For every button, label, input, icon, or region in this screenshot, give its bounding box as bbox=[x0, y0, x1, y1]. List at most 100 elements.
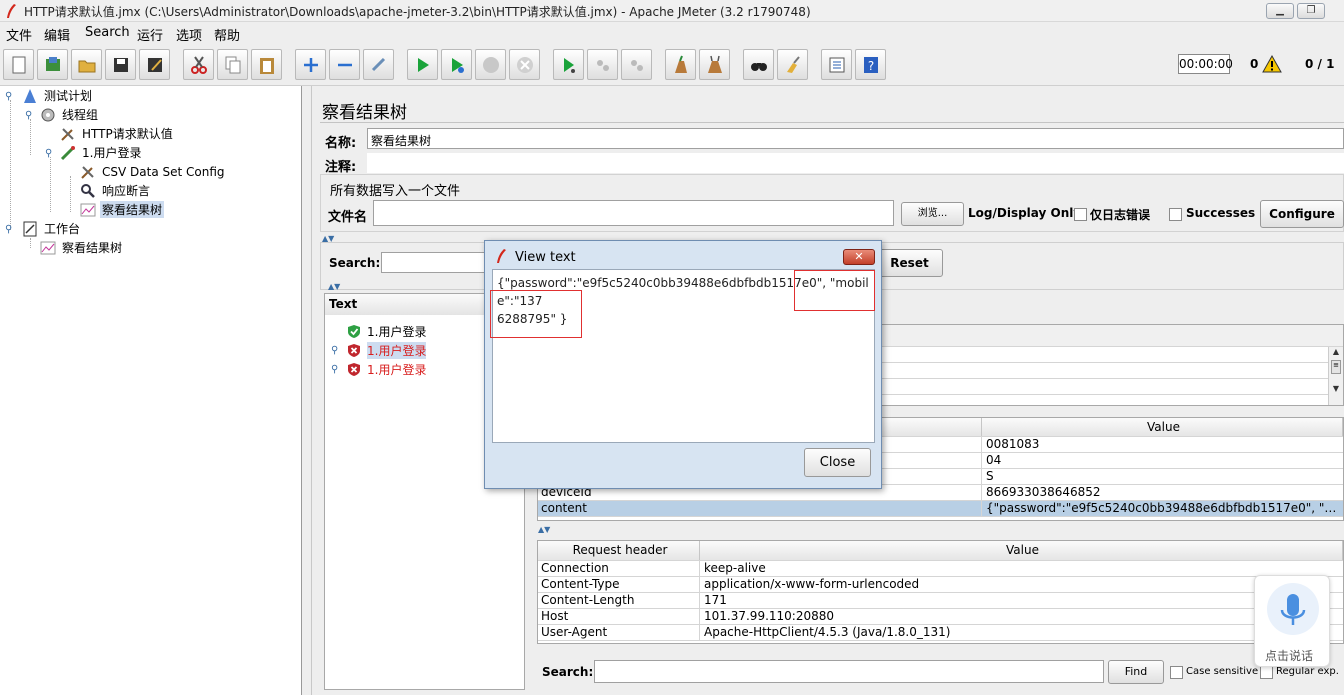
sampler-icon bbox=[60, 145, 76, 161]
request-header-column[interactable]: Request header bbox=[538, 541, 700, 560]
search-button[interactable] bbox=[743, 49, 774, 80]
configure-button[interactable]: Configure bbox=[1260, 200, 1344, 228]
table-row[interactable]: Host 101.37.99.110:20880 bbox=[538, 609, 1343, 625]
tree-node-http-defaults[interactable]: HTTP请求默认值 bbox=[60, 124, 175, 143]
clear-button[interactable] bbox=[665, 49, 696, 80]
tree-node-csv-config[interactable]: CSV Data Set Config bbox=[80, 162, 227, 181]
templates-button[interactable] bbox=[37, 49, 68, 80]
toggle-button[interactable] bbox=[363, 49, 394, 80]
copy-icon bbox=[225, 56, 240, 73]
maximize-button[interactable]: ❐ bbox=[1297, 3, 1325, 19]
stop-icon bbox=[482, 56, 499, 73]
value-column-header[interactable]: Value bbox=[982, 418, 1343, 436]
vertical-scrollbar[interactable]: ▲ ≡ ▼ bbox=[1328, 347, 1343, 405]
result-toggle[interactable]: ⚲ bbox=[331, 364, 338, 375]
menu-options[interactable]: 选项 bbox=[176, 25, 202, 44]
open-button[interactable] bbox=[71, 49, 102, 80]
tree-node-thread-group[interactable]: 线程组 bbox=[40, 105, 100, 124]
value-column-header[interactable]: Value bbox=[700, 541, 1343, 560]
remote-exit-button[interactable] bbox=[621, 49, 652, 80]
start-no-pause-button[interactable] bbox=[441, 49, 472, 80]
elapsed-timer: 00:00:00 bbox=[1178, 54, 1233, 74]
menu-edit[interactable]: 编辑 bbox=[44, 25, 70, 44]
shutdown-button[interactable] bbox=[509, 49, 540, 80]
menu-help[interactable]: 帮助 bbox=[214, 25, 240, 44]
tree-label: 察看结果树 bbox=[100, 201, 165, 218]
voice-input-widget[interactable]: 点击说话 bbox=[1254, 575, 1330, 667]
browse-button[interactable]: 浏览... bbox=[901, 202, 964, 226]
view-text-area[interactable]: {"password":"e9f5c5240c0bb39488e6dbfbdb1… bbox=[490, 269, 875, 443]
function-helper-button[interactable] bbox=[821, 49, 852, 80]
save-as-button[interactable] bbox=[139, 49, 170, 80]
broom-clear-icon bbox=[674, 55, 687, 73]
tree-splitter[interactable] bbox=[302, 86, 312, 695]
regular-exp-label: Regular exp. bbox=[1276, 666, 1339, 677]
tree-toggle-login[interactable]: ⚲ bbox=[45, 149, 55, 159]
remote-stop-button[interactable] bbox=[587, 49, 618, 80]
stop-button[interactable] bbox=[475, 49, 506, 80]
warning-icon[interactable] bbox=[1262, 54, 1282, 74]
tree-node-view-results-tree[interactable]: 察看结果树 bbox=[80, 200, 165, 219]
tree-label: 察看结果树 bbox=[62, 241, 123, 255]
minus-icon bbox=[337, 63, 352, 66]
paste-button[interactable] bbox=[251, 49, 282, 80]
clipboard-icon bbox=[259, 57, 274, 74]
filename-input[interactable] bbox=[373, 200, 894, 226]
regular-exp-checkbox[interactable] bbox=[1260, 666, 1273, 679]
table-row[interactable]: Content-Length 171 bbox=[538, 593, 1343, 609]
errors-only-checkbox[interactable] bbox=[1074, 208, 1087, 221]
dialog-close-button[interactable]: Close bbox=[804, 448, 871, 477]
tree-toggle-thread-group[interactable]: ⚲ bbox=[25, 111, 35, 121]
cut-button[interactable] bbox=[183, 49, 214, 80]
save-button[interactable] bbox=[105, 49, 136, 80]
reset-button[interactable]: Reset bbox=[876, 249, 943, 277]
new-file-icon bbox=[12, 56, 25, 73]
templates-icon bbox=[45, 56, 60, 71]
name-field[interactable]: 察看结果树 bbox=[367, 128, 1344, 149]
open-folder-icon bbox=[78, 60, 95, 72]
find-button[interactable]: Find bbox=[1108, 660, 1164, 684]
menu-run[interactable]: 运行 bbox=[137, 25, 163, 44]
result-label: 1.用户登录 bbox=[367, 325, 427, 339]
new-button[interactable] bbox=[3, 49, 34, 80]
dialog-close-x-button[interactable]: ✕ bbox=[843, 249, 875, 265]
minimize-button[interactable]: ▁ bbox=[1266, 3, 1294, 19]
remote-start-button[interactable] bbox=[553, 49, 584, 80]
split-arrows-3[interactable]: ▲▼ bbox=[538, 525, 550, 534]
collapse-button[interactable] bbox=[329, 49, 360, 80]
tree-label: HTTP请求默认值 bbox=[82, 127, 173, 141]
tree-node-login-sampler[interactable]: 1.用户登录 bbox=[60, 143, 143, 162]
tree-node-response-assertion[interactable]: 响应断言 bbox=[80, 181, 152, 200]
bottom-search-input[interactable] bbox=[594, 660, 1104, 683]
menu-file[interactable]: 文件 bbox=[6, 25, 32, 44]
result-item[interactable]: 1.用户登录 bbox=[347, 323, 426, 340]
name-label: 名称: bbox=[325, 136, 357, 151]
tree-label: 线程组 bbox=[62, 108, 99, 122]
comment-field[interactable] bbox=[367, 153, 1344, 173]
shutdown-icon bbox=[516, 56, 533, 73]
tree-toggle-test-plan[interactable]: ⚲ bbox=[5, 92, 15, 102]
result-item[interactable]: 1.用户登录 bbox=[347, 342, 427, 359]
tree-toggle-workbench[interactable]: ⚲ bbox=[5, 225, 15, 235]
successes-checkbox[interactable] bbox=[1169, 208, 1182, 221]
clear-all-button[interactable] bbox=[699, 49, 730, 80]
filename-label: 文件名 bbox=[328, 210, 368, 225]
result-item[interactable]: 1.用户登录 bbox=[347, 361, 426, 378]
result-toggle[interactable]: ⚲ bbox=[331, 345, 338, 356]
table-row-selected[interactable]: content {"password":"e9f5c5240c0bb39488e6… bbox=[538, 501, 1343, 517]
table-row[interactable]: Connection keep-alive bbox=[538, 561, 1343, 577]
table-row[interactable]: Content-Type application/x-www-form-urlen… bbox=[538, 577, 1343, 593]
play-no-pause-icon bbox=[451, 57, 464, 73]
tree-node-workbench-results-tree[interactable]: 察看结果树 bbox=[40, 238, 124, 257]
start-button[interactable] bbox=[407, 49, 438, 80]
copy-button[interactable] bbox=[217, 49, 248, 80]
reset-search-button[interactable] bbox=[777, 49, 808, 80]
tree-node-test-plan[interactable]: 测试计划 bbox=[22, 86, 94, 105]
table-row[interactable]: User-Agent Apache-HttpClient/4.5.3 (Java/… bbox=[538, 625, 1343, 641]
expand-button[interactable] bbox=[295, 49, 326, 80]
help-button[interactable]: ? bbox=[855, 49, 886, 80]
menu-search[interactable]: Search bbox=[85, 25, 130, 40]
tree-node-workbench[interactable]: 工作台 bbox=[22, 219, 82, 238]
split-arrows-2[interactable]: ▲▼ bbox=[328, 282, 340, 291]
case-sensitive-checkbox[interactable] bbox=[1170, 666, 1183, 679]
